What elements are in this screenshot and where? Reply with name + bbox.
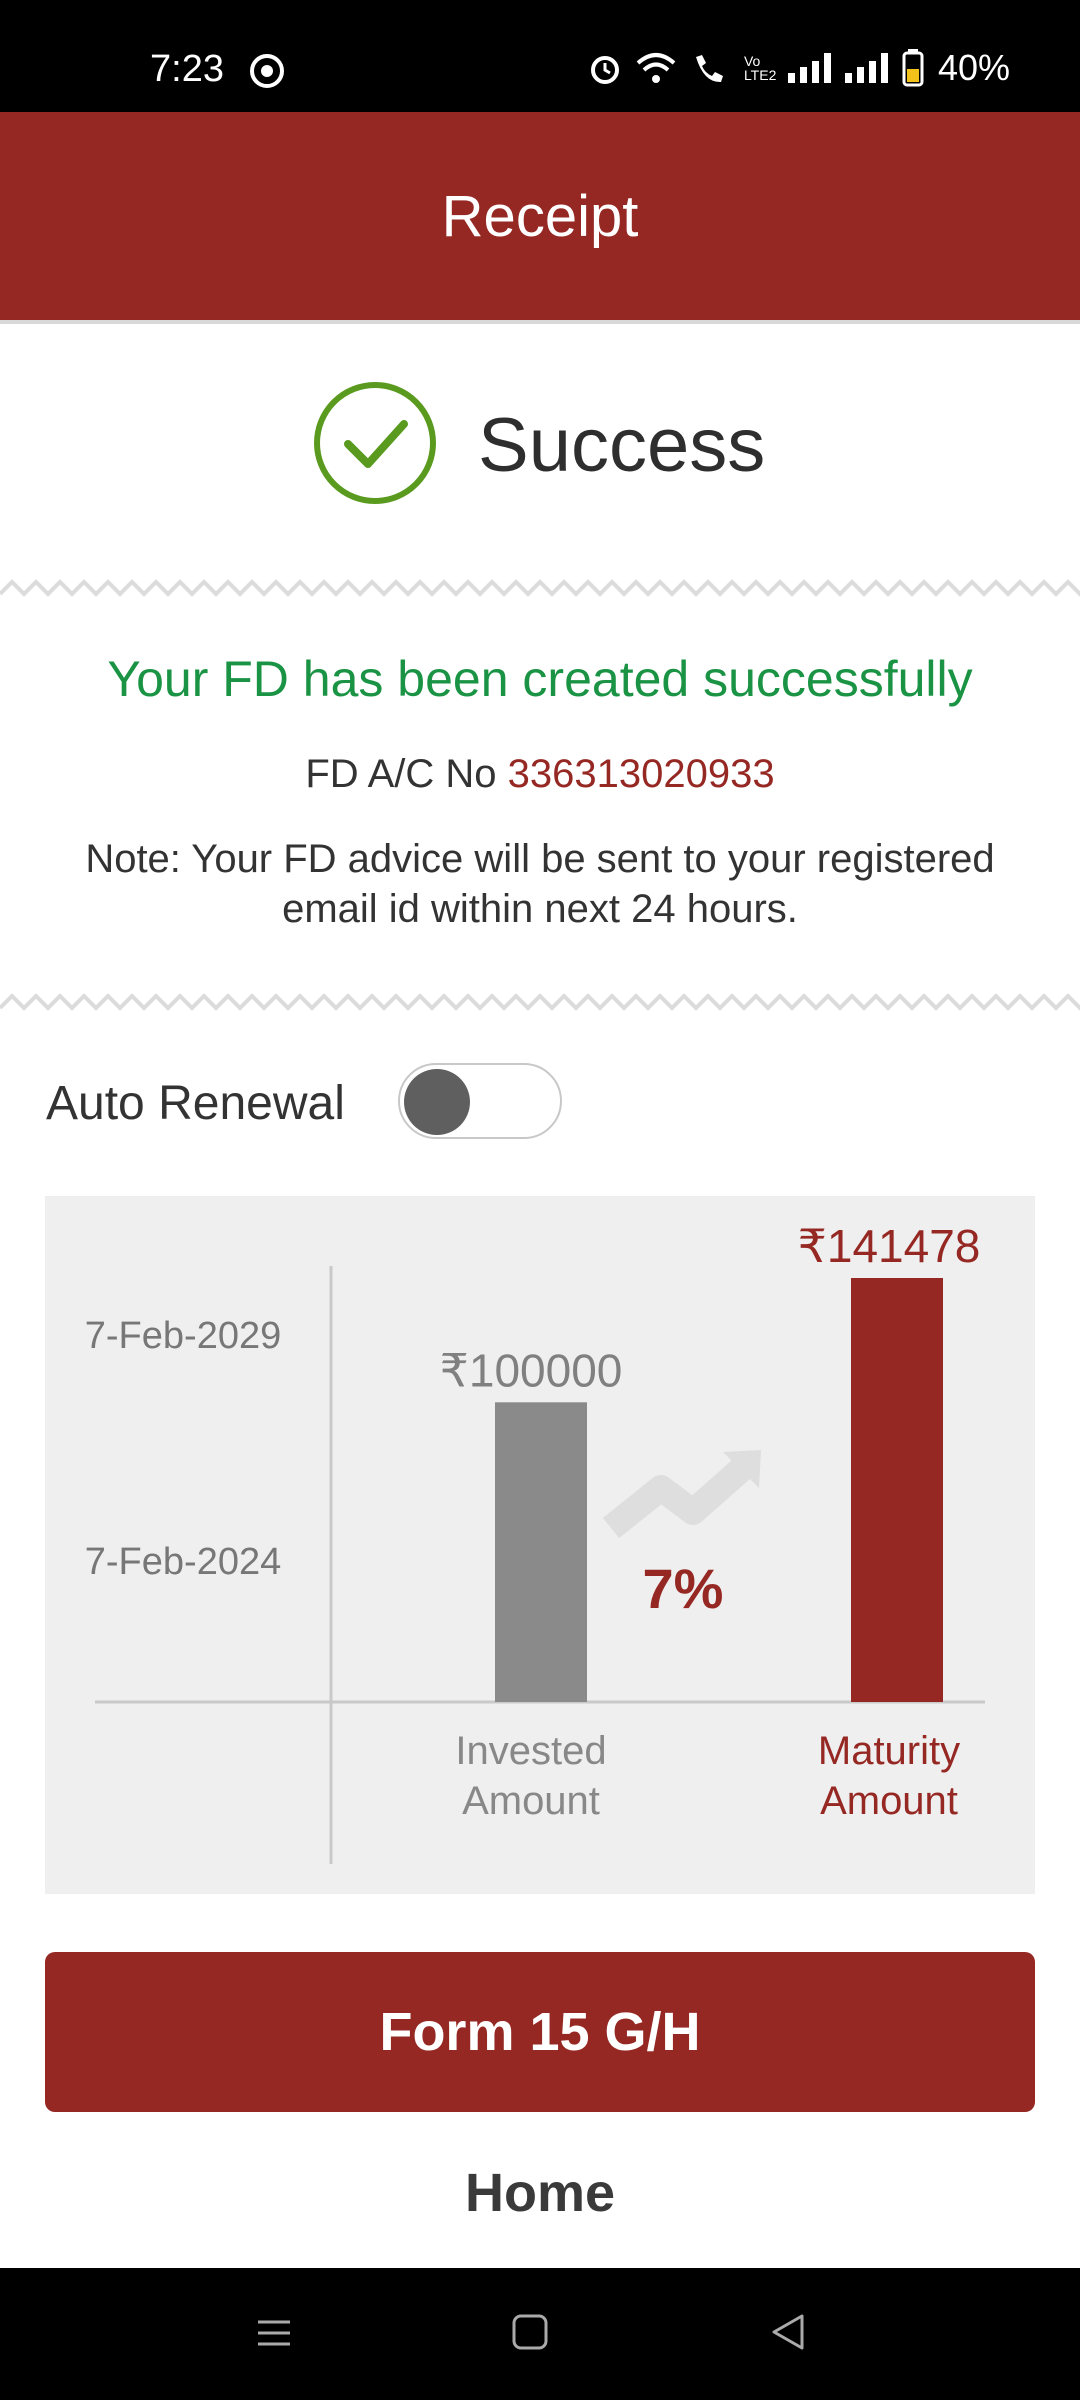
fd-advice-note: Note: Your FD advice will be sent to you… bbox=[60, 834, 1020, 934]
bar-maturity-amount bbox=[851, 1278, 943, 1702]
network-type-label: Vo LTE2 bbox=[743, 53, 777, 83]
auto-renewal-toggle[interactable] bbox=[398, 1063, 562, 1139]
value-label-maturity: ₹141478 bbox=[798, 1220, 981, 1272]
zigzag-divider-bottom bbox=[0, 993, 1080, 1011]
fd-acno-value: 336313020933 bbox=[507, 752, 775, 796]
alarm-icon bbox=[590, 56, 619, 84]
x-label-maturity-line2: Amount bbox=[820, 1779, 958, 1823]
bar-invested-amount bbox=[495, 1402, 587, 1702]
x-label-invested-line1: Invested bbox=[455, 1729, 606, 1773]
y-tick-label-top: 7-Feb-2029 bbox=[85, 1315, 281, 1357]
page-title: Receipt bbox=[441, 183, 639, 249]
home-button[interactable]: Home bbox=[0, 2162, 1080, 2224]
signal-icon-2 bbox=[844, 53, 888, 83]
trend-arrow-icon bbox=[602, 1450, 761, 1539]
menu-icon[interactable] bbox=[244, 2308, 304, 2358]
value-label-invested: ₹100000 bbox=[440, 1344, 623, 1396]
status-time: 7:23 bbox=[150, 48, 224, 90]
system-nav-bar bbox=[0, 2268, 1080, 2400]
status-bar: 7:23 Vo LTE2 40% bbox=[0, 0, 1080, 112]
success-banner: Success bbox=[0, 380, 1080, 510]
back-icon[interactable] bbox=[758, 2308, 818, 2358]
wifi-icon bbox=[636, 53, 676, 83]
interest-rate-label: 7% bbox=[643, 1557, 724, 1620]
fd-chart-card: 7-Feb-2029 7-Feb-2024 ₹100000 ₹141478 7%… bbox=[45, 1196, 1035, 1894]
checkmark-circle-icon bbox=[314, 382, 436, 504]
auto-renewal-label: Auto Renewal bbox=[46, 1077, 345, 1130]
x-label-invested-line2: Amount bbox=[462, 1779, 600, 1823]
battery-icon bbox=[902, 49, 924, 87]
home-square-icon[interactable] bbox=[500, 2308, 560, 2358]
app-header: Receipt bbox=[0, 112, 1080, 320]
fd-success-message: Your FD has been created successfully bbox=[107, 651, 973, 707]
fd-note-line-1: Note: Your FD advice will be sent to you… bbox=[85, 837, 995, 881]
toggle-knob bbox=[404, 1069, 470, 1135]
zigzag-divider-top bbox=[0, 579, 1080, 597]
success-label: Success bbox=[478, 403, 766, 488]
form-15gh-button[interactable]: Form 15 G/H bbox=[45, 1952, 1035, 2112]
battery-percent: 40% bbox=[937, 47, 1010, 88]
chrome-icon bbox=[250, 54, 284, 88]
x-label-maturity-line1: Maturity bbox=[818, 1729, 960, 1773]
wifi-calling-icon bbox=[695, 55, 723, 83]
signal-icon-1 bbox=[787, 53, 831, 83]
fd-bar-chart: 7-Feb-2029 7-Feb-2024 ₹100000 ₹141478 7%… bbox=[85, 1220, 985, 1864]
status-icons: Vo LTE2 40% bbox=[588, 46, 1010, 90]
fd-acno-label: FD A/C No bbox=[305, 752, 497, 796]
header-divider bbox=[0, 320, 1080, 324]
fd-note-line-2: email id within next 24 hours. bbox=[282, 887, 798, 931]
fd-account-number: FD A/C No 336313020933 bbox=[0, 752, 1080, 797]
y-tick-label-bottom: 7-Feb-2024 bbox=[85, 1541, 281, 1583]
